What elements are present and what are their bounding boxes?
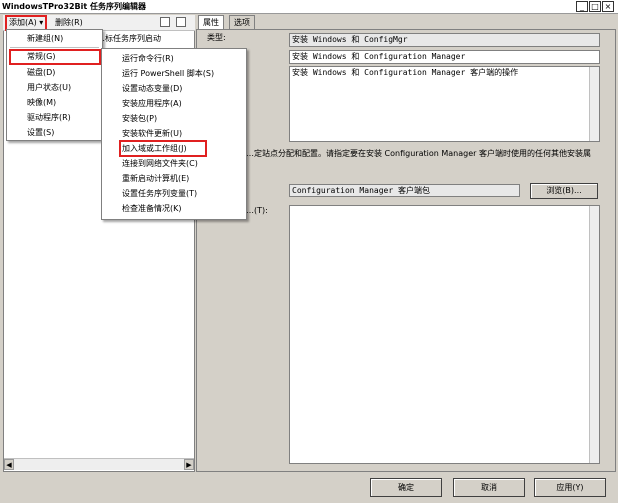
menu-item-run-powershell-script[interactable]: 运行 PowerShell 脚本(S) — [102, 66, 266, 81]
window-title-bar: WindowsTPro32Bit 任务序列编辑器 — [0, 0, 618, 14]
package-field: Configuration Manager 客户端包 — [289, 184, 520, 197]
join-domain-highlight-box — [119, 140, 207, 157]
menu-item-new-group[interactable]: 新建组(N) — [7, 31, 122, 46]
menu-item-install-software-updates[interactable]: 安装软件更新(U) — [102, 126, 266, 141]
apply-button[interactable]: 应用(Y) — [534, 478, 606, 497]
general-submenu: 运行命令行(R) 运行 PowerShell 脚本(S) 设置动态变量(D) 安… — [101, 48, 247, 220]
menu-item-set-task-sequence-variable[interactable]: 设置任务序列变量(T) — [102, 186, 266, 201]
menu-item-connect-to-network-folder[interactable]: 连接到网络文件夹(C) — [102, 156, 266, 171]
browse-button[interactable]: 浏览(B)... — [530, 183, 598, 199]
menu-item-restart-computer[interactable]: 重新启动计算机(E) — [102, 171, 266, 186]
cancel-button[interactable]: 取消 — [453, 478, 525, 497]
menu-separator — [10, 47, 99, 48]
menu-item-check-readiness[interactable]: 检查准备情况(K) — [102, 201, 266, 216]
move-up-icon[interactable] — [160, 17, 170, 27]
description-text: 安装 Windows 和 Configuration Manager 客户端的操… — [292, 68, 519, 77]
tab-properties[interactable]: 属性 — [198, 15, 224, 30]
scroll-left-icon[interactable]: ◀ — [4, 459, 14, 470]
window-title: WindowsTPro32Bit 任务序列编辑器 — [2, 2, 146, 11]
add-menu: 新建组(N) 常规(G)▶ 磁盘(D)▶ 用户状态(U)▶ 映像(M)▶ 驱动程… — [6, 29, 117, 141]
tab-options[interactable]: 选项 — [229, 15, 255, 30]
description-scrollbar[interactable] — [589, 67, 599, 141]
instruction-text: …定站点分配和配置。请指定要在安装 Configuration Manager … — [246, 149, 591, 158]
move-down-icon[interactable] — [176, 17, 186, 27]
maximize-button[interactable]: □ — [589, 1, 601, 12]
menu-item-set-dynamic-variables[interactable]: 设置动态变量(D) — [102, 81, 266, 96]
remove-button[interactable]: 删除(R) — [53, 16, 85, 29]
ok-button[interactable]: 确定 — [370, 478, 442, 497]
name-field[interactable]: 安装 Windows 和 Configuration Manager — [289, 50, 600, 64]
type-value: 安装 Windows 和 ConfigMgr — [289, 33, 600, 47]
menu-item-install-package[interactable]: 安装包(P) — [102, 111, 266, 126]
scroll-right-icon[interactable]: ▶ — [184, 459, 194, 470]
properties-scrollbar[interactable] — [589, 206, 599, 463]
installation-properties-field[interactable] — [289, 205, 600, 464]
menu-item-run-command-line[interactable]: 运行命令行(R) — [102, 51, 266, 66]
type-label: 类型: — [207, 33, 226, 42]
general-highlight-box — [9, 49, 101, 65]
tree-horizontal-scrollbar[interactable]: ◀ ▶ — [4, 458, 194, 470]
menu-item-install-application[interactable]: 安装应用程序(A) — [102, 96, 266, 111]
minimize-button[interactable]: _ — [576, 1, 588, 12]
close-button[interactable]: × — [602, 1, 614, 12]
description-field[interactable]: 安装 Windows 和 Configuration Manager 客户端的操… — [289, 66, 600, 142]
